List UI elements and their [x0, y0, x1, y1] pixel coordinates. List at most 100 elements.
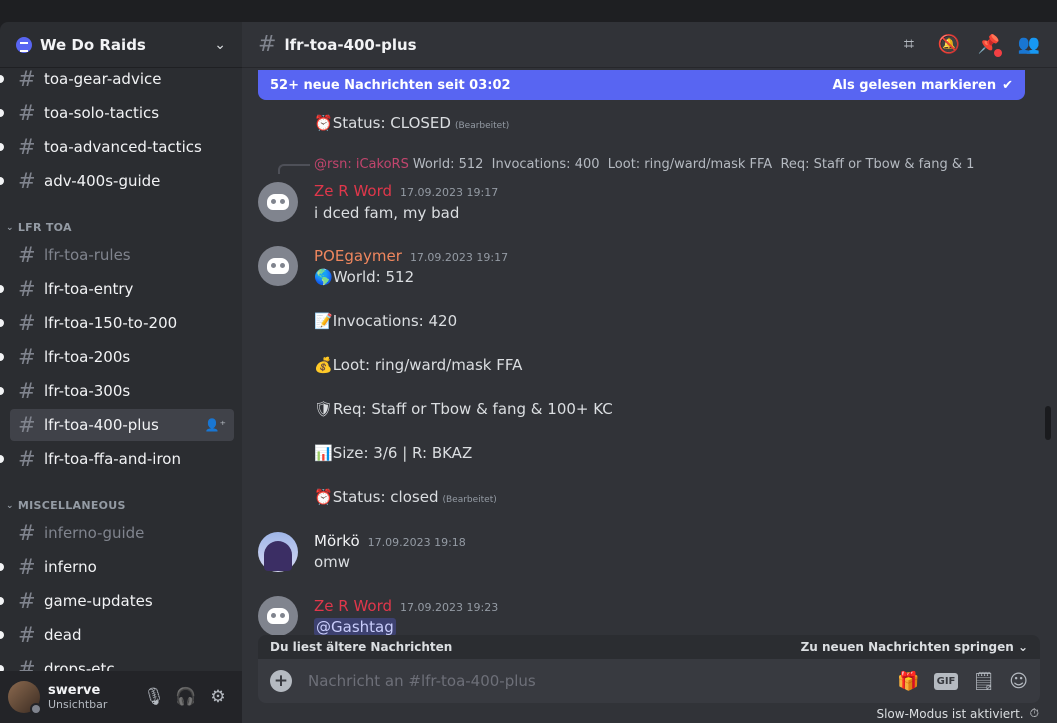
message-header: Ze R Word 17.09.2023 19:17	[314, 182, 498, 200]
hash-icon: #	[18, 169, 36, 193]
unread-indicator	[0, 319, 4, 327]
channel-inferno-guide[interactable]: # inferno-guide	[10, 517, 234, 549]
channel-toa-solo-tactics[interactable]: # toa-solo-tactics	[0, 97, 234, 129]
member-list-icon[interactable]: 👥	[1017, 33, 1041, 57]
hash-icon: #	[18, 657, 36, 671]
status-indicator	[30, 703, 42, 715]
jump-to-present-button[interactable]: Zu neuen Nachrichten springen ⌄	[801, 640, 1028, 654]
message-header: Mörkö 17.09.2023 19:18	[314, 532, 466, 550]
channel-header: # lfr-toa-400-plus ⌗ 🔕 📌 👥	[242, 22, 1057, 68]
server-header[interactable]: We Do Raids ⌄	[0, 22, 242, 68]
attach-plus-icon[interactable]: +	[270, 670, 292, 692]
hash-icon: #	[18, 413, 36, 437]
new-messages-text: 52+ neue Nachrichten seit 03:02	[270, 77, 511, 93]
channel-toa-advanced-tactics[interactable]: # toa-advanced-tactics	[0, 131, 234, 163]
headphones-icon[interactable]: 🎧	[170, 681, 202, 713]
category-label: MISCELLANEOUS	[17, 499, 126, 512]
message-content: ⏰Status: CLOSED (Bearbeitet)	[314, 114, 509, 132]
category-miscellaneous[interactable]: ⌄ MISCELLANEOUS	[6, 499, 126, 512]
slowmode-text: Slow-Modus ist aktiviert.	[876, 706, 1024, 721]
channel-name: lfr-toa-entry	[44, 280, 134, 298]
edited-label: (Bearbeitet)	[442, 495, 497, 505]
timestamp: 17.09.2023 19:23	[400, 601, 499, 614]
server-name: We Do Raids	[40, 35, 146, 54]
message-text: i dced fam, my bad	[314, 204, 460, 222]
unread-indicator	[0, 75, 4, 83]
unread-dot	[994, 48, 1002, 57]
alarm-clock-icon: ⏰	[314, 488, 333, 506]
user-panel: swerve Unsichtbar 🎙 🎧 ⚙	[0, 671, 242, 723]
settings-gear-icon[interactable]: ⚙	[202, 681, 234, 713]
avatar[interactable]	[258, 532, 298, 572]
channel-toa-gear-advice[interactable]: # toa-gear-advice	[0, 69, 234, 95]
channel-name: toa-gear-advice	[44, 70, 162, 88]
discord-default-avatar-icon	[267, 258, 289, 274]
threads-icon[interactable]: ⌗	[897, 33, 921, 57]
avatar[interactable]	[258, 246, 298, 286]
message-line: @Gashtag	[314, 618, 396, 636]
user-mention[interactable]: @Gashtag	[314, 618, 396, 636]
channel-lfr-toa-entry[interactable]: # lfr-toa-entry	[0, 273, 234, 305]
hash-icon: #	[18, 135, 36, 159]
timer-icon: ⏱	[1029, 706, 1039, 720]
channel-inferno[interactable]: # inferno	[0, 551, 234, 583]
hash-icon: #	[18, 311, 36, 335]
new-messages-banner[interactable]: 52+ neue Nachrichten seit 03:02 Als gele…	[258, 70, 1025, 100]
author-name[interactable]: Ze R Word	[314, 597, 392, 615]
message-input[interactable]	[308, 672, 884, 690]
channel-name: adv-400s-guide	[44, 172, 161, 190]
message-text: Status: CLOSED	[332, 114, 451, 132]
mark-as-read-label: Als gelesen markieren	[832, 77, 997, 93]
channel-lfr-toa-rules[interactable]: # lfr-toa-rules	[10, 239, 234, 271]
channel-lfr-toa-200s[interactable]: # lfr-toa-200s	[0, 341, 234, 373]
gift-icon[interactable]: 🎁	[897, 671, 919, 692]
message-line: 📝Invocations: 420	[314, 312, 457, 330]
message-text: Status: closed	[332, 488, 439, 506]
channel-lfr-toa-300s[interactable]: # lfr-toa-300s	[0, 375, 234, 407]
reply-connector	[278, 164, 310, 174]
channel-lfr-toa-150-to-200[interactable]: # lfr-toa-150-to-200	[0, 307, 234, 339]
message-text: Size: 3/6 | R: BKAZ	[332, 444, 473, 462]
notification-muted-icon[interactable]: 🔕	[937, 33, 961, 57]
channel-drops-etc[interactable]: # drops-etc	[0, 653, 234, 671]
channel-adv-400s-guide[interactable]: # adv-400s-guide	[0, 165, 234, 197]
author-name[interactable]: POEgaymer	[314, 247, 402, 265]
channel-name: lfr-toa-400-plus	[44, 416, 159, 434]
message-composer: + 🎁 GIF 🗒 ☺	[258, 659, 1040, 703]
avatar[interactable]	[8, 681, 42, 715]
user-info[interactable]: swerve Unsichtbar	[48, 683, 138, 711]
category-label: LFR TOA	[17, 221, 72, 234]
emoji-icon[interactable]: ☺	[1009, 671, 1028, 692]
server-logo-icon	[16, 36, 32, 53]
channel-name: inferno	[44, 558, 97, 576]
channel-name: drops-etc	[44, 660, 115, 671]
channel-name: lfr-toa-ffa-and-iron	[44, 450, 181, 468]
avatar[interactable]	[258, 596, 298, 636]
pin-icon[interactable]: 📌	[977, 33, 1002, 57]
reply-text: World: 512 Invocations: 400 Loot: ring/w…	[412, 157, 975, 172]
message-line: 🛡Req: Staff or Tbow & fang & 100+ KC	[314, 400, 613, 418]
channel-sidebar: We Do Raids ⌄ # toa-gear-advice # toa-so…	[0, 22, 242, 723]
channel-game-updates[interactable]: # game-updates	[0, 585, 234, 617]
scrollbar[interactable]	[1045, 406, 1051, 440]
avatar[interactable]	[258, 182, 298, 222]
channel-dead[interactable]: # dead	[0, 619, 234, 651]
unread-indicator	[0, 455, 4, 463]
create-invite-icon[interactable]: 👤⁺	[205, 418, 226, 432]
message-text: omw	[314, 553, 351, 571]
category-lfr-toa[interactable]: ⌄ LFR TOA	[6, 221, 72, 234]
unread-indicator	[0, 631, 4, 639]
unread-indicator	[0, 353, 4, 361]
microphone-icon[interactable]: 🎙	[138, 681, 170, 713]
message-text: Req: Staff or Tbow & fang & 100+ KC	[333, 400, 613, 418]
channel-lfr-toa-ffa-and-iron[interactable]: # lfr-toa-ffa-and-iron	[0, 443, 234, 475]
mark-as-read-button[interactable]: Als gelesen markieren ✔	[832, 78, 1013, 93]
author-name[interactable]: Ze R Word	[314, 182, 392, 200]
channel-lfr-toa-400-plus[interactable]: # lfr-toa-400-plus 👤⁺	[10, 409, 234, 441]
reply-preview[interactable]: @rsn: iCakoRS World: 512 Invocations: 40…	[314, 157, 974, 172]
sticker-icon[interactable]: 🗒	[972, 671, 995, 692]
gif-button[interactable]: GIF	[933, 672, 959, 690]
author-name[interactable]: Mörkö	[314, 532, 360, 550]
hash-icon: #	[18, 555, 36, 579]
unread-indicator	[0, 563, 4, 571]
